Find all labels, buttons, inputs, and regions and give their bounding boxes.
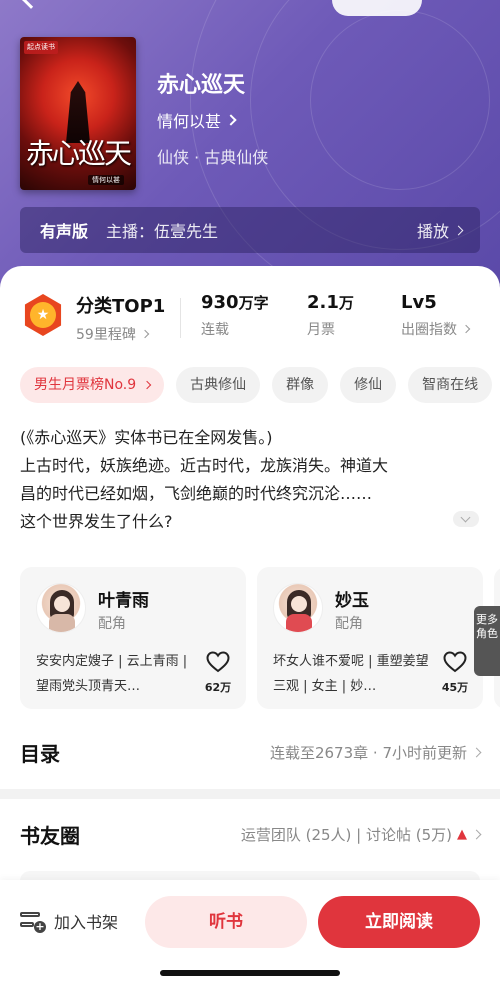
character-likes: 45万 [441, 681, 469, 694]
description-line: 昌的时代已经如烟，飞剑绝巅的时代终究沉沦…… [20, 484, 373, 503]
add-to-shelf-button[interactable]: + 加入书架 [20, 909, 118, 933]
catalog-update-info: 连载至2673章 · 7小时前更新 [269, 743, 467, 762]
book-header: 起点读书 赤心巡天 情何以甚 赤心巡天 情何以甚 仙侠 · 古典仙侠 有声版 主… [0, 0, 500, 300]
stat-label: 59里程碑 [76, 327, 136, 343]
heart-icon[interactable] [206, 651, 230, 673]
stat-rank[interactable]: 分类TOP1 59里程碑 [76, 292, 165, 344]
flame-icon: ▲ [457, 826, 467, 842]
character-name: 妙玉 [335, 591, 369, 611]
community-heading: 书友圈 [20, 823, 80, 848]
bookshelf-add-icon: + [20, 910, 46, 933]
stat-label: 出圈指数 [401, 322, 457, 338]
top-action-pill[interactable] [332, 0, 422, 16]
catalog-heading: 目录 [20, 741, 60, 766]
author-name: 情何以甚 [157, 112, 222, 131]
character-card[interactable]: 妙玉 配角 坏女人谁不爱呢 | 重塑姜望三观 | 女主 | 妙… 45万 [257, 567, 483, 709]
stat-value: 分类TOP1 [76, 296, 166, 317]
audio-label: 有声版 [40, 222, 89, 241]
chevron-right-icon [225, 114, 237, 126]
chevron-right-icon [471, 829, 482, 839]
listen-button[interactable]: 听书 [145, 896, 307, 948]
audio-version-bar[interactable]: 有声版 主播：伍壹先生 播放 [20, 207, 480, 253]
stat-value: 2.1 [307, 292, 339, 313]
character-avatar [36, 583, 86, 633]
cover-badge: 起点读书 [24, 41, 58, 54]
character-card[interactable]: 叶青雨 配角 安安内定嫂子 | 云上青雨 | 望雨党头顶青天… 62万 [20, 567, 246, 709]
tag-chip[interactable]: 古典修仙 [176, 367, 261, 403]
bottom-action-bar: + 加入书架 听书 立即阅读 [0, 880, 500, 983]
catalog-row[interactable]: 目录 连载至2673章 · 7小时前更新 [20, 736, 482, 768]
divider [180, 298, 181, 338]
add-to-shelf-label: 加入书架 [54, 913, 119, 932]
character-name: 叶青雨 [98, 591, 149, 611]
description-line: 这个世界发生了什么? [20, 512, 173, 531]
section-divider [0, 789, 500, 799]
tag-ranking[interactable]: 男生月票榜No.9 [20, 367, 165, 403]
stat-popularity-index[interactable]: Lv5 出圈指数 [401, 292, 471, 339]
tag-chip[interactable]: 智商在线 [408, 367, 493, 403]
community-row[interactable]: 书友圈 运营团队 (25人) | 讨论帖 (5万) ▲ [20, 818, 482, 850]
home-indicator [160, 970, 340, 976]
description-line: (《赤心巡天》实体书已在全网发售。) [20, 428, 273, 447]
audio-play-button[interactable]: 播放 [416, 218, 464, 242]
character-cards: 叶青雨 配角 安安内定嫂子 | 云上青雨 | 望雨党头顶青天… 62万 妙玉 配… [20, 567, 500, 709]
stat-value: Lv5 [401, 292, 437, 313]
character-role: 配角 [98, 616, 126, 632]
character-blurb: 坏女人谁不爱呢 | 重塑姜望三观 | 女主 | 妙… [273, 654, 429, 694]
expand-description-icon[interactable] [453, 511, 479, 527]
stat-label: 月票 [307, 322, 335, 338]
stat-label: 连载 [201, 322, 229, 338]
back-arrow-icon[interactable] [21, 0, 41, 9]
character-avatar [273, 583, 323, 633]
character-likes: 62万 [204, 681, 232, 694]
audio-host: 主播：伍壹先生 [106, 222, 219, 241]
book-cover[interactable]: 起点读书 赤心巡天 情何以甚 [20, 37, 136, 190]
chevron-right-icon [471, 747, 482, 757]
decor-ring [310, 10, 490, 190]
book-description[interactable]: (《赤心巡天》实体书已在全网发售。) 上古时代，妖族绝迹。近古时代，龙族消失。神… [20, 424, 490, 536]
chevron-right-icon [461, 324, 471, 334]
tag-list: 男生月票榜No.9 古典修仙 群像 修仙 智商在线 [20, 367, 500, 403]
book-title: 赤心巡天 [157, 73, 246, 98]
chevron-right-icon [453, 225, 464, 235]
detail-sheet: ★ 分类TOP1 59里程碑 930万字 连载 2.1万 月票 Lv5 出圈指数… [0, 266, 500, 983]
character-blurb: 安安内定嫂子 | 云上青雨 | 望雨党头顶青天… [36, 654, 188, 694]
community-info: 运营团队 (25人) | 讨论帖 (5万) [240, 825, 452, 844]
stat-words: 930万字 连载 [201, 292, 269, 338]
character-role: 配角 [335, 616, 363, 632]
more-characters-button[interactable]: 更多角色 [474, 606, 500, 676]
chevron-right-icon [140, 329, 150, 339]
tag-chip[interactable]: 修仙 [340, 367, 397, 403]
medal-star-icon: ★ [30, 302, 56, 328]
audio-play-label: 播放 [416, 222, 449, 241]
stat-monthly-tickets: 2.1万 月票 [307, 292, 354, 338]
chevron-right-icon [142, 380, 152, 390]
stat-value: 930 [201, 292, 239, 313]
heart-icon[interactable] [443, 651, 467, 673]
cover-title-art: 赤心巡天 [26, 137, 132, 170]
tag-chip[interactable]: 群像 [272, 367, 329, 403]
cover-author-art: 情何以甚 [88, 175, 124, 185]
genre-label: 仙侠 · 古典仙侠 [157, 148, 269, 167]
read-now-button[interactable]: 立即阅读 [318, 896, 480, 948]
author-link[interactable]: 情何以甚 [157, 108, 237, 132]
description-line: 上古时代，妖族绝迹。近古时代，龙族消失。神道大 [20, 456, 389, 475]
stats-row: ★ 分类TOP1 59里程碑 930万字 连载 2.1万 月票 Lv5 出圈指数 [0, 292, 500, 348]
